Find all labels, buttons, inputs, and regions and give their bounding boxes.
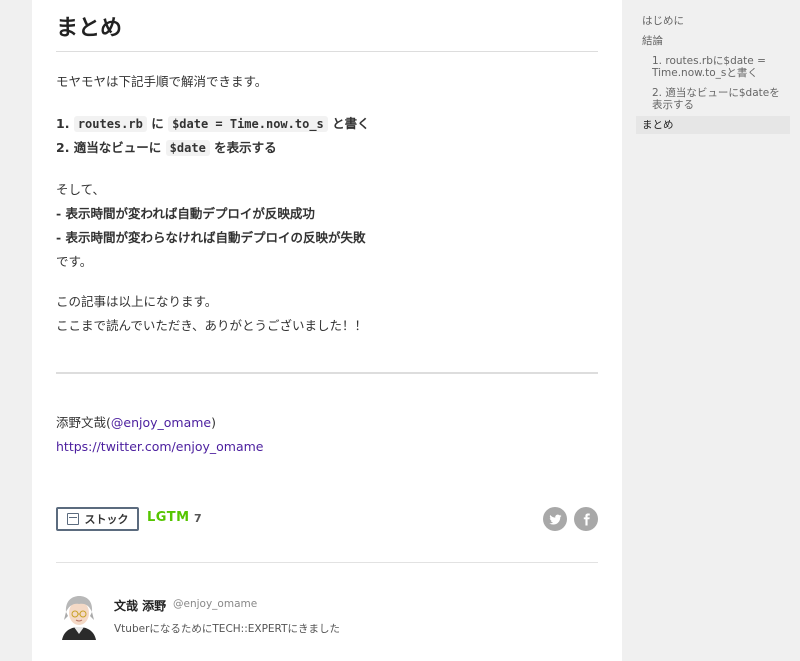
signature-line: 添野文哉(@enjoy_omame) — [56, 411, 598, 435]
step-1-tail-text: と書く — [327, 116, 370, 131]
closing-line-2: ここまで読んでいただき、ありがとうございました！！ — [56, 318, 368, 333]
bullet-failure: - 表示時間が変わらなければ自動デプロイの反映が失敗 — [56, 230, 366, 245]
author-name[interactable]: 文哉 添野 — [114, 597, 166, 614]
author-bio: VtuberになるためにTECH::EXPERTにきました — [114, 623, 340, 635]
closing-line-1: この記事は以上になります。 — [56, 294, 218, 309]
stock-button-label: ストック — [84, 513, 129, 526]
section-heading: まとめ — [56, 14, 598, 52]
step-1: 1. routes.rb に $date = Time.now.to_s と書く — [56, 112, 598, 136]
toc-item-step-2[interactable]: 2. 適当なビューに$dateを表示する — [636, 84, 790, 114]
divider-author — [56, 562, 598, 563]
stock-folder-icon — [66, 513, 79, 525]
signature-name: 添野文哉( — [56, 415, 111, 430]
twitter-url-line: https://twitter.com/enjoy_omame — [56, 435, 598, 459]
signature-handle-link[interactable]: @enjoy_omame — [111, 415, 211, 430]
lgtm-count: 7 — [194, 512, 202, 525]
step-2: 2. 適当なビューに $date を表示する — [56, 136, 598, 160]
stock-button[interactable]: ストック — [56, 507, 139, 531]
step-1-mid-text: に — [146, 116, 169, 131]
twitter-share-button[interactable] — [543, 507, 567, 531]
step-1-code-date: $date = Time.now.to_s — [168, 116, 328, 132]
then-text: そして、 — [56, 182, 106, 197]
step-2-tail-text: を表示する — [209, 140, 277, 155]
article-body: まとめ モヤモヤは下記手順で解消できます。 1. routes.rb に $da… — [32, 0, 622, 661]
facebook-share-button[interactable] — [574, 507, 598, 531]
toc-item-matome[interactable]: まとめ — [636, 116, 790, 134]
author-avatar[interactable] — [56, 594, 102, 640]
table-of-contents: はじめに 結論 1. routes.rbに$date = Time.now.to… — [636, 12, 790, 134]
toc-item-hajimeni[interactable]: はじめに — [636, 12, 790, 30]
bullet-success: - 表示時間が変われば自動デプロイが反映成功 — [56, 206, 315, 221]
step-2-code-date: $date — [165, 140, 210, 156]
divider-signature — [56, 372, 598, 374]
facebook-icon — [583, 513, 590, 525]
toc-item-ketsuron[interactable]: 結論 — [636, 32, 790, 50]
desu-text: です。 — [56, 254, 93, 269]
intro-text: モヤモヤは下記手順で解消できます。 — [56, 74, 268, 89]
step-1-code-routes: routes.rb — [73, 116, 147, 132]
lgtm-button[interactable]: LGTM — [147, 510, 190, 525]
author-handle[interactable]: @enjoy_omame — [173, 598, 257, 610]
twitter-url-link[interactable]: https://twitter.com/enjoy_omame — [56, 439, 264, 454]
step-2-number: 2. — [56, 140, 70, 155]
signature-close: ) — [211, 415, 217, 430]
toc-item-step-1[interactable]: 1. routes.rbに$date = Time.now.to_sと書く — [636, 52, 790, 82]
step-2-text: 適当なビューに — [69, 140, 166, 155]
twitter-icon — [548, 514, 561, 525]
step-1-number: 1. — [56, 116, 70, 131]
